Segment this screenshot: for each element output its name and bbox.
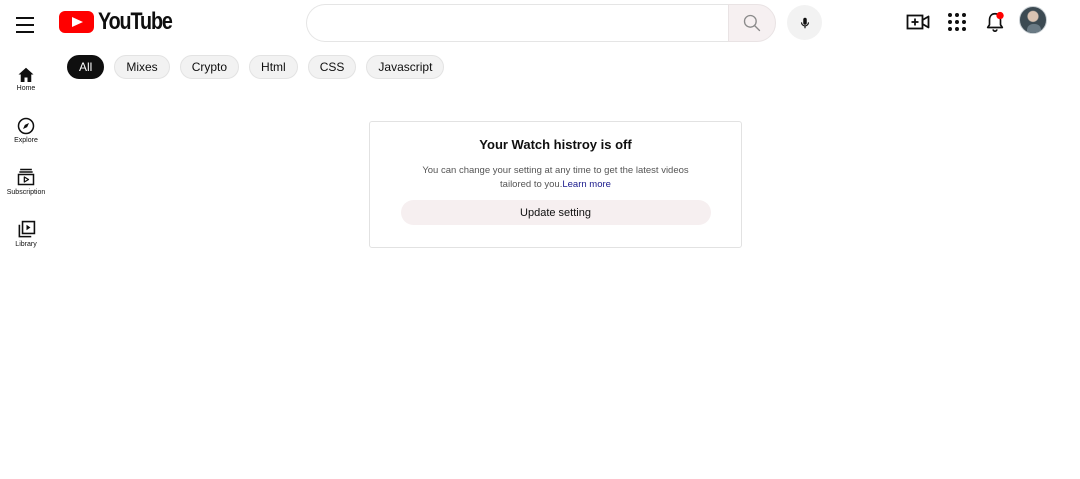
sidebar-item-label: Explore [14, 137, 38, 144]
compass-icon [17, 117, 35, 135]
youtube-play-icon [59, 11, 94, 33]
search-bar [306, 4, 776, 42]
update-setting-button[interactable]: Update setting [400, 200, 711, 225]
apps-grid-icon[interactable] [945, 10, 969, 34]
learn-more-link[interactable]: Learn more [562, 179, 611, 190]
logo-text: YouTube [98, 8, 173, 35]
home-icon [18, 67, 34, 82]
card-title: Your Watch histroy is off [479, 137, 632, 152]
chip-all[interactable]: All [67, 55, 105, 79]
notifications-bell-icon[interactable] [983, 10, 1007, 34]
microphone-icon [800, 17, 809, 28]
subscriptions-icon [17, 168, 35, 186]
chip-html[interactable]: Html [249, 55, 298, 79]
youtube-logo[interactable]: YouTube [59, 8, 188, 36]
chip-javascript[interactable]: Javascript [366, 55, 445, 79]
card-description: You can change your setting at any time … [406, 164, 706, 192]
category-chips: All Mixes Crypto Html CSS Javascript [67, 55, 445, 79]
search-button[interactable] [728, 4, 776, 42]
library-icon [18, 220, 35, 238]
notification-badge [996, 11, 1004, 20]
sidebar-item-label: Library [15, 241, 37, 248]
create-video-icon[interactable] [906, 10, 930, 34]
sidebar-item-label: Subscription [6, 189, 46, 196]
search-input[interactable] [306, 4, 728, 42]
sidebar-item-explore[interactable]: Explore [0, 117, 52, 144]
chip-mixes[interactable]: Mixes [114, 55, 170, 79]
sidebar-item-subscription[interactable]: Subscription [0, 167, 52, 196]
card-description-text: You can change your setting at any time … [422, 165, 689, 190]
menu-icon[interactable] [14, 17, 38, 39]
watch-history-off-card: Your Watch histroy is off You can change… [369, 121, 742, 248]
chip-css[interactable]: CSS [307, 55, 357, 79]
avatar[interactable] [1019, 6, 1047, 34]
sidebar-item-library[interactable]: Library [0, 220, 52, 248]
sidebar-item-home[interactable]: Home [0, 66, 52, 92]
search-icon [743, 14, 761, 32]
sidebar-item-label: Home [16, 85, 36, 92]
voice-search-button[interactable] [787, 5, 822, 40]
chip-crypto[interactable]: Crypto [179, 55, 240, 79]
